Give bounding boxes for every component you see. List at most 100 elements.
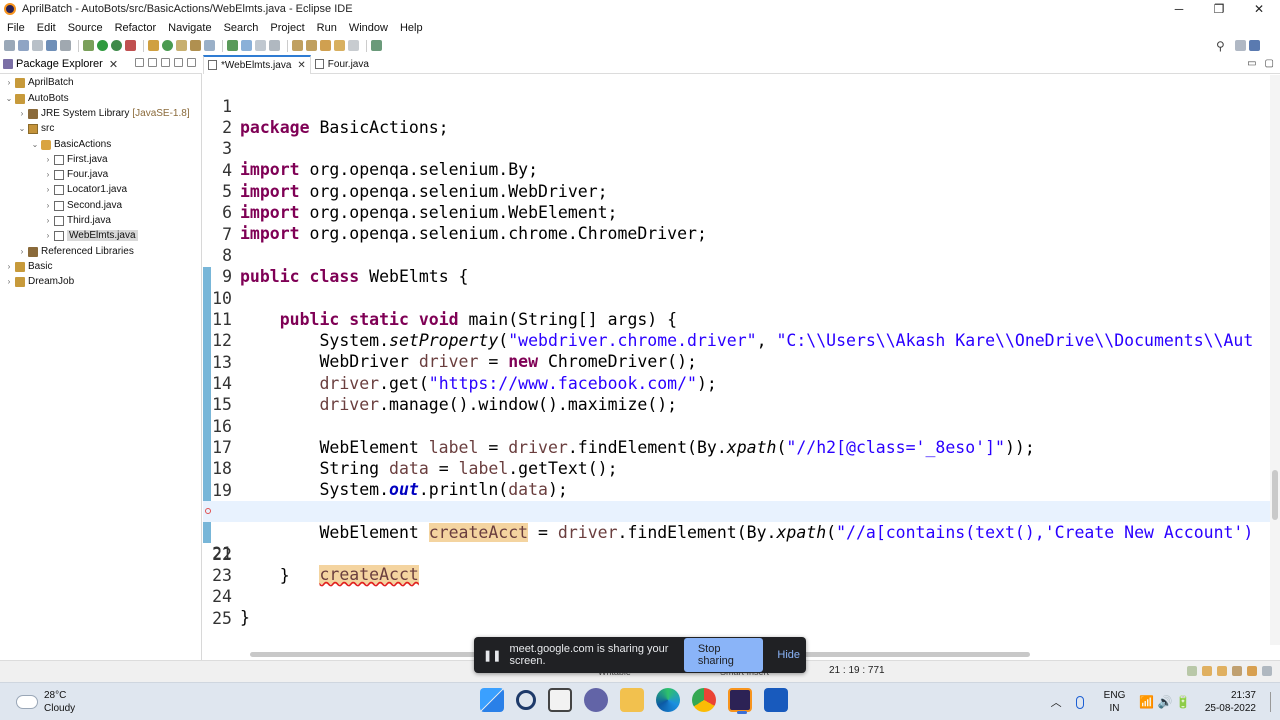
tree-item-basic[interactable]: › Basic bbox=[4, 259, 53, 274]
next-annotation-icon[interactable] bbox=[292, 40, 303, 51]
code-line[interactable]: 5 import org.openqa.selenium.WebElement; bbox=[203, 160, 1270, 222]
chevron-icon[interactable]: › bbox=[43, 185, 53, 194]
chevron-icon[interactable]: › bbox=[43, 216, 53, 225]
microphone-icon[interactable] bbox=[1075, 695, 1084, 709]
link-with-editor-icon[interactable] bbox=[148, 58, 157, 67]
stop-sharing-button[interactable]: Stop sharing bbox=[683, 638, 764, 672]
vertical-scrollbar[interactable] bbox=[1270, 75, 1280, 645]
weather-widget[interactable]: 28°C Cloudy bbox=[16, 689, 75, 715]
collapse-all-icon[interactable] bbox=[135, 58, 144, 67]
maximize-button[interactable]: ❐ bbox=[1200, 0, 1238, 18]
windows-start-icon[interactable] bbox=[480, 688, 504, 712]
new-java-project-icon[interactable] bbox=[148, 40, 159, 51]
search-toolbar-icon[interactable] bbox=[204, 40, 215, 51]
console-icon[interactable] bbox=[1232, 666, 1242, 676]
menu-search[interactable]: Search bbox=[219, 22, 266, 34]
chevron-icon[interactable]: › bbox=[4, 262, 14, 271]
tab-package-explorer[interactable]: Package Explorer ✕ bbox=[0, 55, 202, 74]
code-line[interactable]: 25 bbox=[203, 587, 1270, 628]
hide-button[interactable]: Hide bbox=[771, 644, 806, 666]
view-menu-icon[interactable] bbox=[161, 58, 170, 67]
file-explorer-icon[interactable] bbox=[620, 688, 644, 712]
menu-navigate[interactable]: Navigate bbox=[163, 22, 218, 34]
code-line[interactable]: 2 bbox=[203, 96, 1270, 137]
chevron-icon[interactable]: › bbox=[43, 155, 53, 164]
code-line[interactable]: 16 WebElement label = driver.findElement… bbox=[203, 395, 1270, 457]
back-icon[interactable] bbox=[334, 40, 345, 51]
menu-window[interactable]: Window bbox=[344, 22, 395, 34]
word-icon[interactable] bbox=[764, 688, 788, 712]
show-desktop-button[interactable] bbox=[1270, 692, 1276, 712]
tree-item-four-java[interactable]: › Four.java bbox=[43, 167, 108, 182]
trim-stack-icon[interactable] bbox=[1262, 666, 1272, 676]
code-line[interactable]: 13 driver.get("https://www.facebook.com/… bbox=[203, 331, 1270, 393]
new-icon[interactable] bbox=[4, 40, 15, 51]
tree-item-referenced-libraries[interactable]: › Referenced Libraries bbox=[17, 244, 134, 259]
code-line[interactable]: 3 import org.openqa.selenium.By; bbox=[203, 117, 1270, 179]
code-line[interactable]: 23 bbox=[203, 544, 1270, 585]
code-line[interactable]: 18 System.out.println(data); bbox=[203, 437, 1270, 499]
chevron-icon[interactable]: ⌄ bbox=[17, 124, 27, 133]
code-line[interactable]: 14 driver.manage().window().maximize(); bbox=[203, 352, 1270, 414]
external-tools-icon[interactable] bbox=[125, 40, 136, 51]
debug-icon[interactable] bbox=[83, 40, 94, 51]
menu-refactor[interactable]: Refactor bbox=[110, 22, 164, 34]
minimize-view-icon[interactable] bbox=[174, 58, 183, 67]
code-line[interactable]: 8 public class WebElmts { bbox=[203, 224, 1270, 286]
chevron-icon[interactable]: › bbox=[17, 247, 27, 256]
last-edit-icon[interactable] bbox=[320, 40, 331, 51]
tab-webelmts-java[interactable]: *WebElmts.java ✕ bbox=[203, 54, 311, 74]
show-whitespace-icon[interactable] bbox=[269, 40, 280, 51]
minimize-button[interactable]: ─ bbox=[1160, 0, 1198, 18]
current-code-line[interactable]: 21 createAcct bbox=[203, 501, 1270, 584]
chevron-icon[interactable]: › bbox=[43, 231, 53, 240]
close-icon[interactable]: ✕ bbox=[109, 58, 118, 71]
teams-chat-icon[interactable] bbox=[584, 688, 608, 712]
code-editor[interactable]: 1 package BasicActions; 2 3 import org.o… bbox=[203, 75, 1270, 645]
coverage-icon[interactable] bbox=[111, 40, 122, 51]
menu-source[interactable]: Source bbox=[63, 22, 110, 34]
save-icon[interactable] bbox=[18, 40, 29, 51]
network-volume-battery-icons[interactable]: 📶 🔊 🔋 bbox=[1139, 695, 1191, 709]
eclipse-icon[interactable] bbox=[728, 688, 752, 714]
maximize-editor-icon[interactable]: ▢ bbox=[1265, 58, 1274, 69]
minimize-editor-icon[interactable]: ▭ bbox=[1247, 58, 1256, 69]
outline-icon[interactable] bbox=[1247, 666, 1257, 676]
chevron-icon[interactable]: › bbox=[43, 201, 53, 210]
tree-item-dreamjob[interactable]: › DreamJob bbox=[4, 274, 74, 289]
tree-item-locator1-java[interactable]: › Locator1.java bbox=[43, 182, 127, 197]
code-line[interactable]: 17 String data = label.getText(); bbox=[203, 416, 1270, 478]
chevron-icon[interactable]: ⌄ bbox=[30, 140, 40, 149]
chevron-icon[interactable]: › bbox=[4, 78, 14, 87]
language-indicator[interactable]: ENG IN bbox=[1104, 689, 1126, 715]
show-hidden-icons-icon[interactable]: ︿ bbox=[1051, 694, 1062, 710]
tab-four-java[interactable]: Four.java bbox=[311, 55, 373, 74]
code-line[interactable]: 12 WebDriver driver = new ChromeDriver()… bbox=[203, 309, 1270, 371]
close-button[interactable]: ✕ bbox=[1240, 0, 1278, 18]
code-line[interactable]: 20 WebElement createAcct = driver.findEl… bbox=[203, 480, 1270, 542]
run-icon[interactable] bbox=[97, 40, 108, 51]
menu-file[interactable]: File bbox=[2, 22, 32, 34]
tree-item-src[interactable]: ⌄ src bbox=[17, 121, 55, 136]
tree-item-jre-library[interactable]: › JRE System Library [JavaSE-1.8] bbox=[17, 106, 190, 121]
scrollbar-thumb[interactable] bbox=[1272, 470, 1278, 520]
open-perspective-icon[interactable] bbox=[1234, 40, 1246, 51]
edge-icon[interactable] bbox=[656, 688, 680, 712]
previous-annotation-icon[interactable] bbox=[306, 40, 317, 51]
java-perspective-icon[interactable] bbox=[1248, 40, 1260, 51]
search-icon[interactable] bbox=[516, 690, 536, 710]
tree-item-autobots[interactable]: ⌄ AutoBots bbox=[4, 91, 69, 106]
chrome-icon[interactable] bbox=[692, 688, 716, 712]
tree-item-third-java[interactable]: › Third.java bbox=[43, 213, 111, 228]
code-line[interactable]: 22 } bbox=[203, 523, 1270, 585]
open-task-icon[interactable] bbox=[190, 40, 201, 51]
block-selection-icon[interactable] bbox=[255, 40, 266, 51]
tree-item-aprilbatch[interactable]: › AprilBatch bbox=[4, 75, 74, 90]
code-line[interactable]: 10 public static void main(String[] args… bbox=[203, 267, 1270, 329]
code-line[interactable]: 6 import org.openqa.selenium.chrome.Chro… bbox=[203, 181, 1270, 243]
print-icon[interactable] bbox=[46, 40, 57, 51]
clock[interactable]: 21:37 25-08-2022 bbox=[1205, 689, 1256, 715]
code-line[interactable]: 4 import org.openqa.selenium.WebDriver; bbox=[203, 139, 1270, 201]
pin-editor-icon[interactable] bbox=[371, 40, 382, 51]
code-line[interactable]: 19 bbox=[203, 459, 1270, 500]
